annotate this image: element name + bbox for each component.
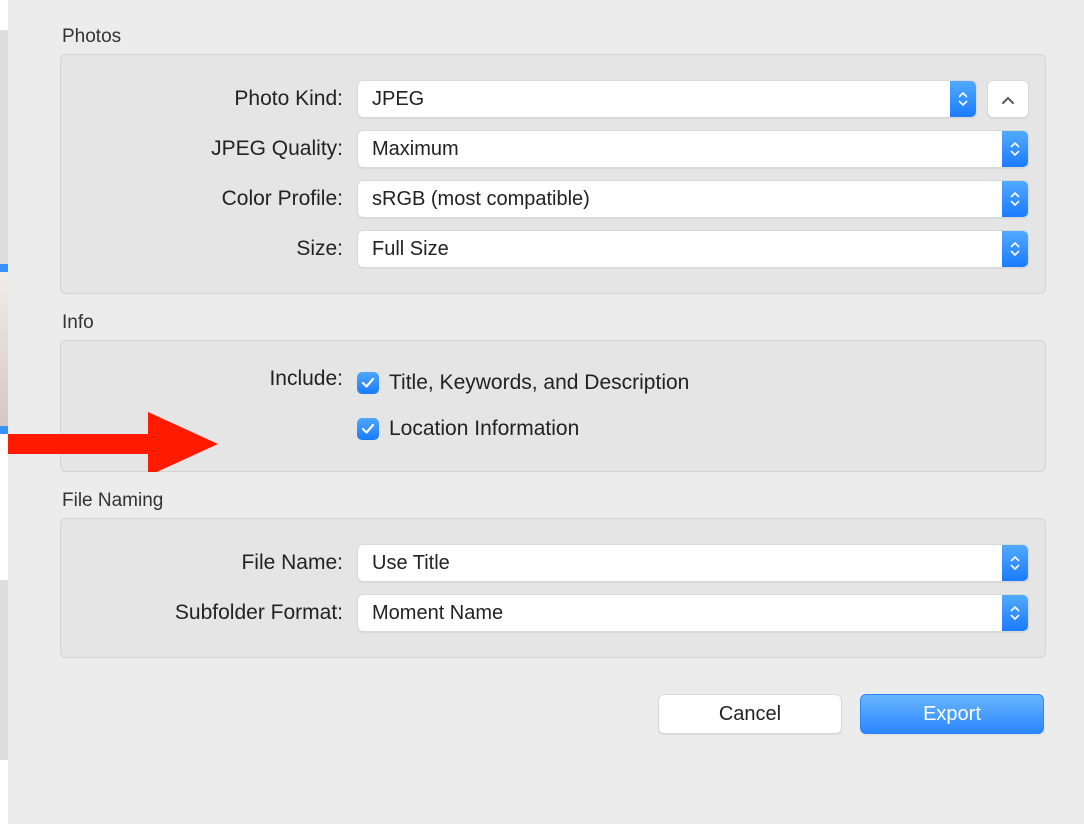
dialog-buttons: Cancel Export [60, 694, 1046, 734]
export-dialog: Photos Photo Kind: JPEG [0, 0, 1084, 824]
select-color-profile-value: sRGB (most compatible) [358, 188, 1002, 211]
label-photo-kind: Photo Kind: [77, 87, 357, 111]
checkbox-title-keywords-row: Title, Keywords, and Description [357, 371, 689, 395]
section-photos-body: Photo Kind: JPEG [60, 54, 1046, 294]
select-subfolder-value: Moment Name [358, 602, 1002, 625]
stepper-icon [1002, 595, 1028, 631]
label-filename: File Name: [77, 551, 357, 575]
section-info-body: Include: Title, Keywords, and Descriptio… [60, 340, 1046, 472]
row-include: Include: Title, Keywords, and Descriptio… [77, 365, 1029, 447]
select-jpeg-quality[interactable]: Maximum [357, 130, 1029, 168]
row-color-profile: Color Profile: sRGB (most compatible) [77, 179, 1029, 219]
row-subfolder: Subfolder Format: Moment Name [77, 593, 1029, 633]
row-photo-kind: Photo Kind: JPEG [77, 79, 1029, 119]
section-photos-title: Photos [60, 26, 1046, 48]
cancel-button[interactable]: Cancel [658, 694, 842, 734]
section-info-title: Info [60, 312, 1046, 334]
select-photo-kind-value: JPEG [358, 88, 950, 111]
chevron-up-icon [1001, 88, 1015, 111]
check-icon [361, 372, 375, 395]
stepper-icon [950, 81, 976, 117]
select-photo-kind[interactable]: JPEG [357, 80, 977, 118]
label-color-profile: Color Profile: [77, 187, 357, 211]
stepper-icon [1002, 231, 1028, 267]
checkbox-title-keywords-label: Title, Keywords, and Description [389, 371, 689, 395]
label-jpeg-quality: JPEG Quality: [77, 137, 357, 161]
section-info: Info Include: Title, Keywords, and Descr… [60, 312, 1046, 472]
section-filenaming: File Naming File Name: Use Title Subfold… [60, 490, 1046, 658]
select-jpeg-quality-value: Maximum [358, 138, 1002, 161]
select-size[interactable]: Full Size [357, 230, 1029, 268]
row-filename: File Name: Use Title [77, 543, 1029, 583]
label-size: Size: [77, 237, 357, 261]
section-filenaming-body: File Name: Use Title Subfolder Format: [60, 518, 1046, 658]
section-filenaming-title: File Naming [60, 490, 1046, 512]
select-subfolder[interactable]: Moment Name [357, 594, 1029, 632]
row-size: Size: Full Size [77, 229, 1029, 269]
stepper-icon [1002, 181, 1028, 217]
checkbox-title-keywords[interactable] [357, 372, 379, 394]
select-filename[interactable]: Use Title [357, 544, 1029, 582]
select-size-value: Full Size [358, 238, 1002, 261]
label-include: Include: [77, 365, 357, 391]
select-filename-value: Use Title [358, 552, 1002, 575]
check-icon [361, 418, 375, 441]
export-button[interactable]: Export [860, 694, 1044, 734]
section-photos: Photos Photo Kind: JPEG [60, 26, 1046, 294]
label-subfolder: Subfolder Format: [77, 601, 357, 625]
stepper-icon [1002, 131, 1028, 167]
checkbox-location-label: Location Information [389, 417, 579, 441]
row-jpeg-quality: JPEG Quality: Maximum [77, 129, 1029, 169]
checkbox-location-row: Location Information [357, 417, 579, 441]
checkbox-location[interactable] [357, 418, 379, 440]
select-color-profile[interactable]: sRGB (most compatible) [357, 180, 1029, 218]
collapse-section-button[interactable] [987, 80, 1029, 118]
stepper-icon [1002, 545, 1028, 581]
